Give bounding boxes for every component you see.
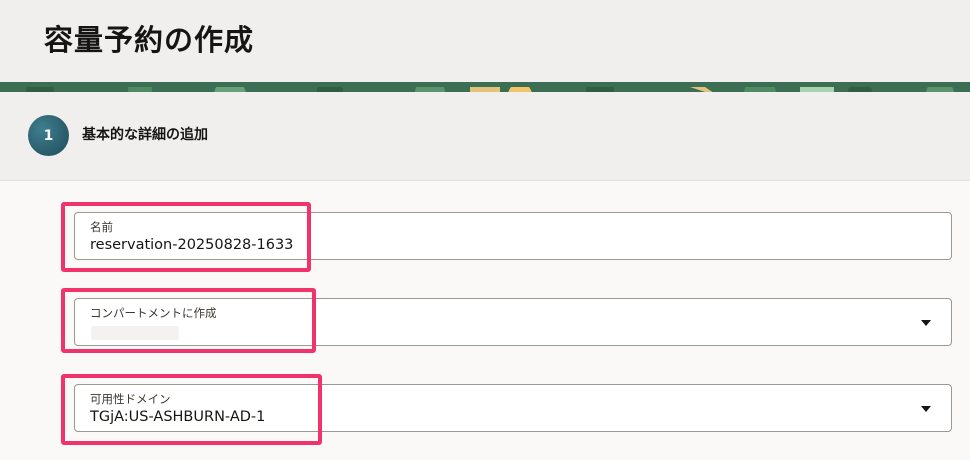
availability-domain-label: 可用性ドメイン <box>90 392 171 406</box>
compartment-select-value <box>91 326 179 340</box>
name-field-value[interactable]: reservation-20250828-1633 <box>90 236 293 254</box>
compartment-select[interactable]: コンパートメントに作成 <box>74 298 952 346</box>
availability-domain-select[interactable]: 可用性ドメイン TGjA:US-ASHBURN-AD-1 <box>74 384 952 432</box>
name-field-label: 名前 <box>90 220 113 234</box>
caret-down-icon[interactable] <box>921 320 931 326</box>
compartment-select-label: コンパートメントに作成 <box>90 306 217 320</box>
page-header: 容量予約の作成 <box>0 0 970 84</box>
availability-domain-value: TGjA:US-ASHBURN-AD-1 <box>90 409 266 425</box>
decorative-banner <box>0 82 970 92</box>
page-title: 容量予約の作成 <box>44 23 255 57</box>
step-title: 基本的な詳細の追加 <box>82 127 208 143</box>
caret-down-icon[interactable] <box>921 406 931 412</box>
step-header: 1 基本的な詳細の追加 <box>0 92 970 181</box>
name-field[interactable]: 名前 reservation-20250828-1633 <box>74 212 952 260</box>
step-number-badge: 1 <box>28 115 69 156</box>
